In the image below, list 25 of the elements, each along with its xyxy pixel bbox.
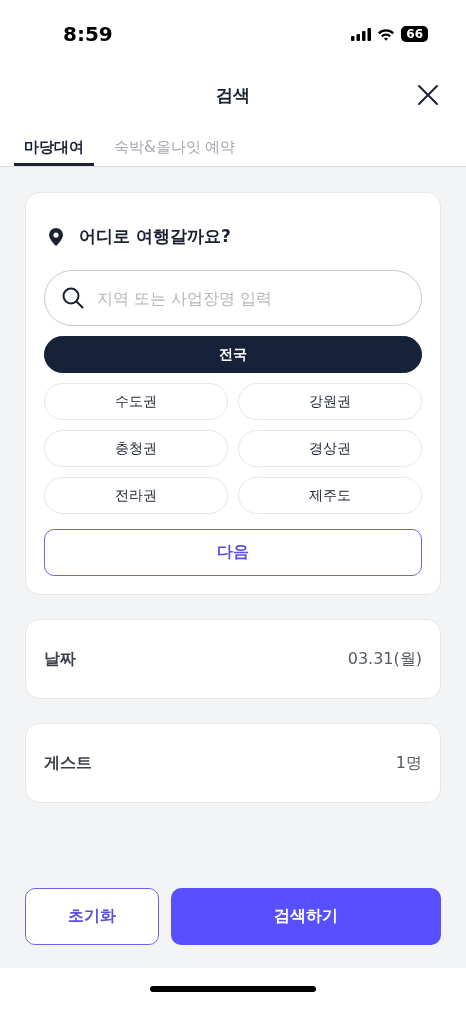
region-chip[interactable]: 전라권 <box>44 477 228 514</box>
status-time: 8:59 <box>63 22 113 46</box>
location-pin-icon <box>49 227 63 246</box>
signal-icon <box>351 27 372 41</box>
region-chip[interactable]: 경상권 <box>238 430 422 467</box>
field-label: 게스트 <box>44 752 92 774</box>
search-field[interactable]: 지역 또는 사업장명 입력 <box>44 270 422 326</box>
field-card[interactable]: 게스트 1명 <box>25 723 441 803</box>
region-chip[interactable]: 제주도 <box>238 477 422 514</box>
next-button[interactable]: 다음 <box>44 529 422 576</box>
region-chip[interactable]: 강원권 <box>238 383 422 420</box>
region-chip[interactable]: 충청권 <box>44 430 228 467</box>
field-card[interactable]: 날짜 03.31(월) <box>25 619 441 699</box>
region-chip[interactable]: 전국 <box>44 336 422 373</box>
wifi-icon <box>377 27 396 41</box>
section-heading: 어디로 여행갈까요? <box>79 225 231 248</box>
region-chip[interactable]: 수도권 <box>44 383 228 420</box>
field-value: 1명 <box>395 752 422 774</box>
field-value: 03.31(월) <box>347 648 422 670</box>
battery-level: 66 <box>401 26 428 42</box>
close-icon[interactable] <box>417 84 439 106</box>
field-label: 날짜 <box>44 648 76 670</box>
page-title: 검색 <box>216 84 250 107</box>
search-button[interactable]: 검색하기 <box>171 888 441 945</box>
reset-button[interactable]: 초기화 <box>25 888 159 945</box>
